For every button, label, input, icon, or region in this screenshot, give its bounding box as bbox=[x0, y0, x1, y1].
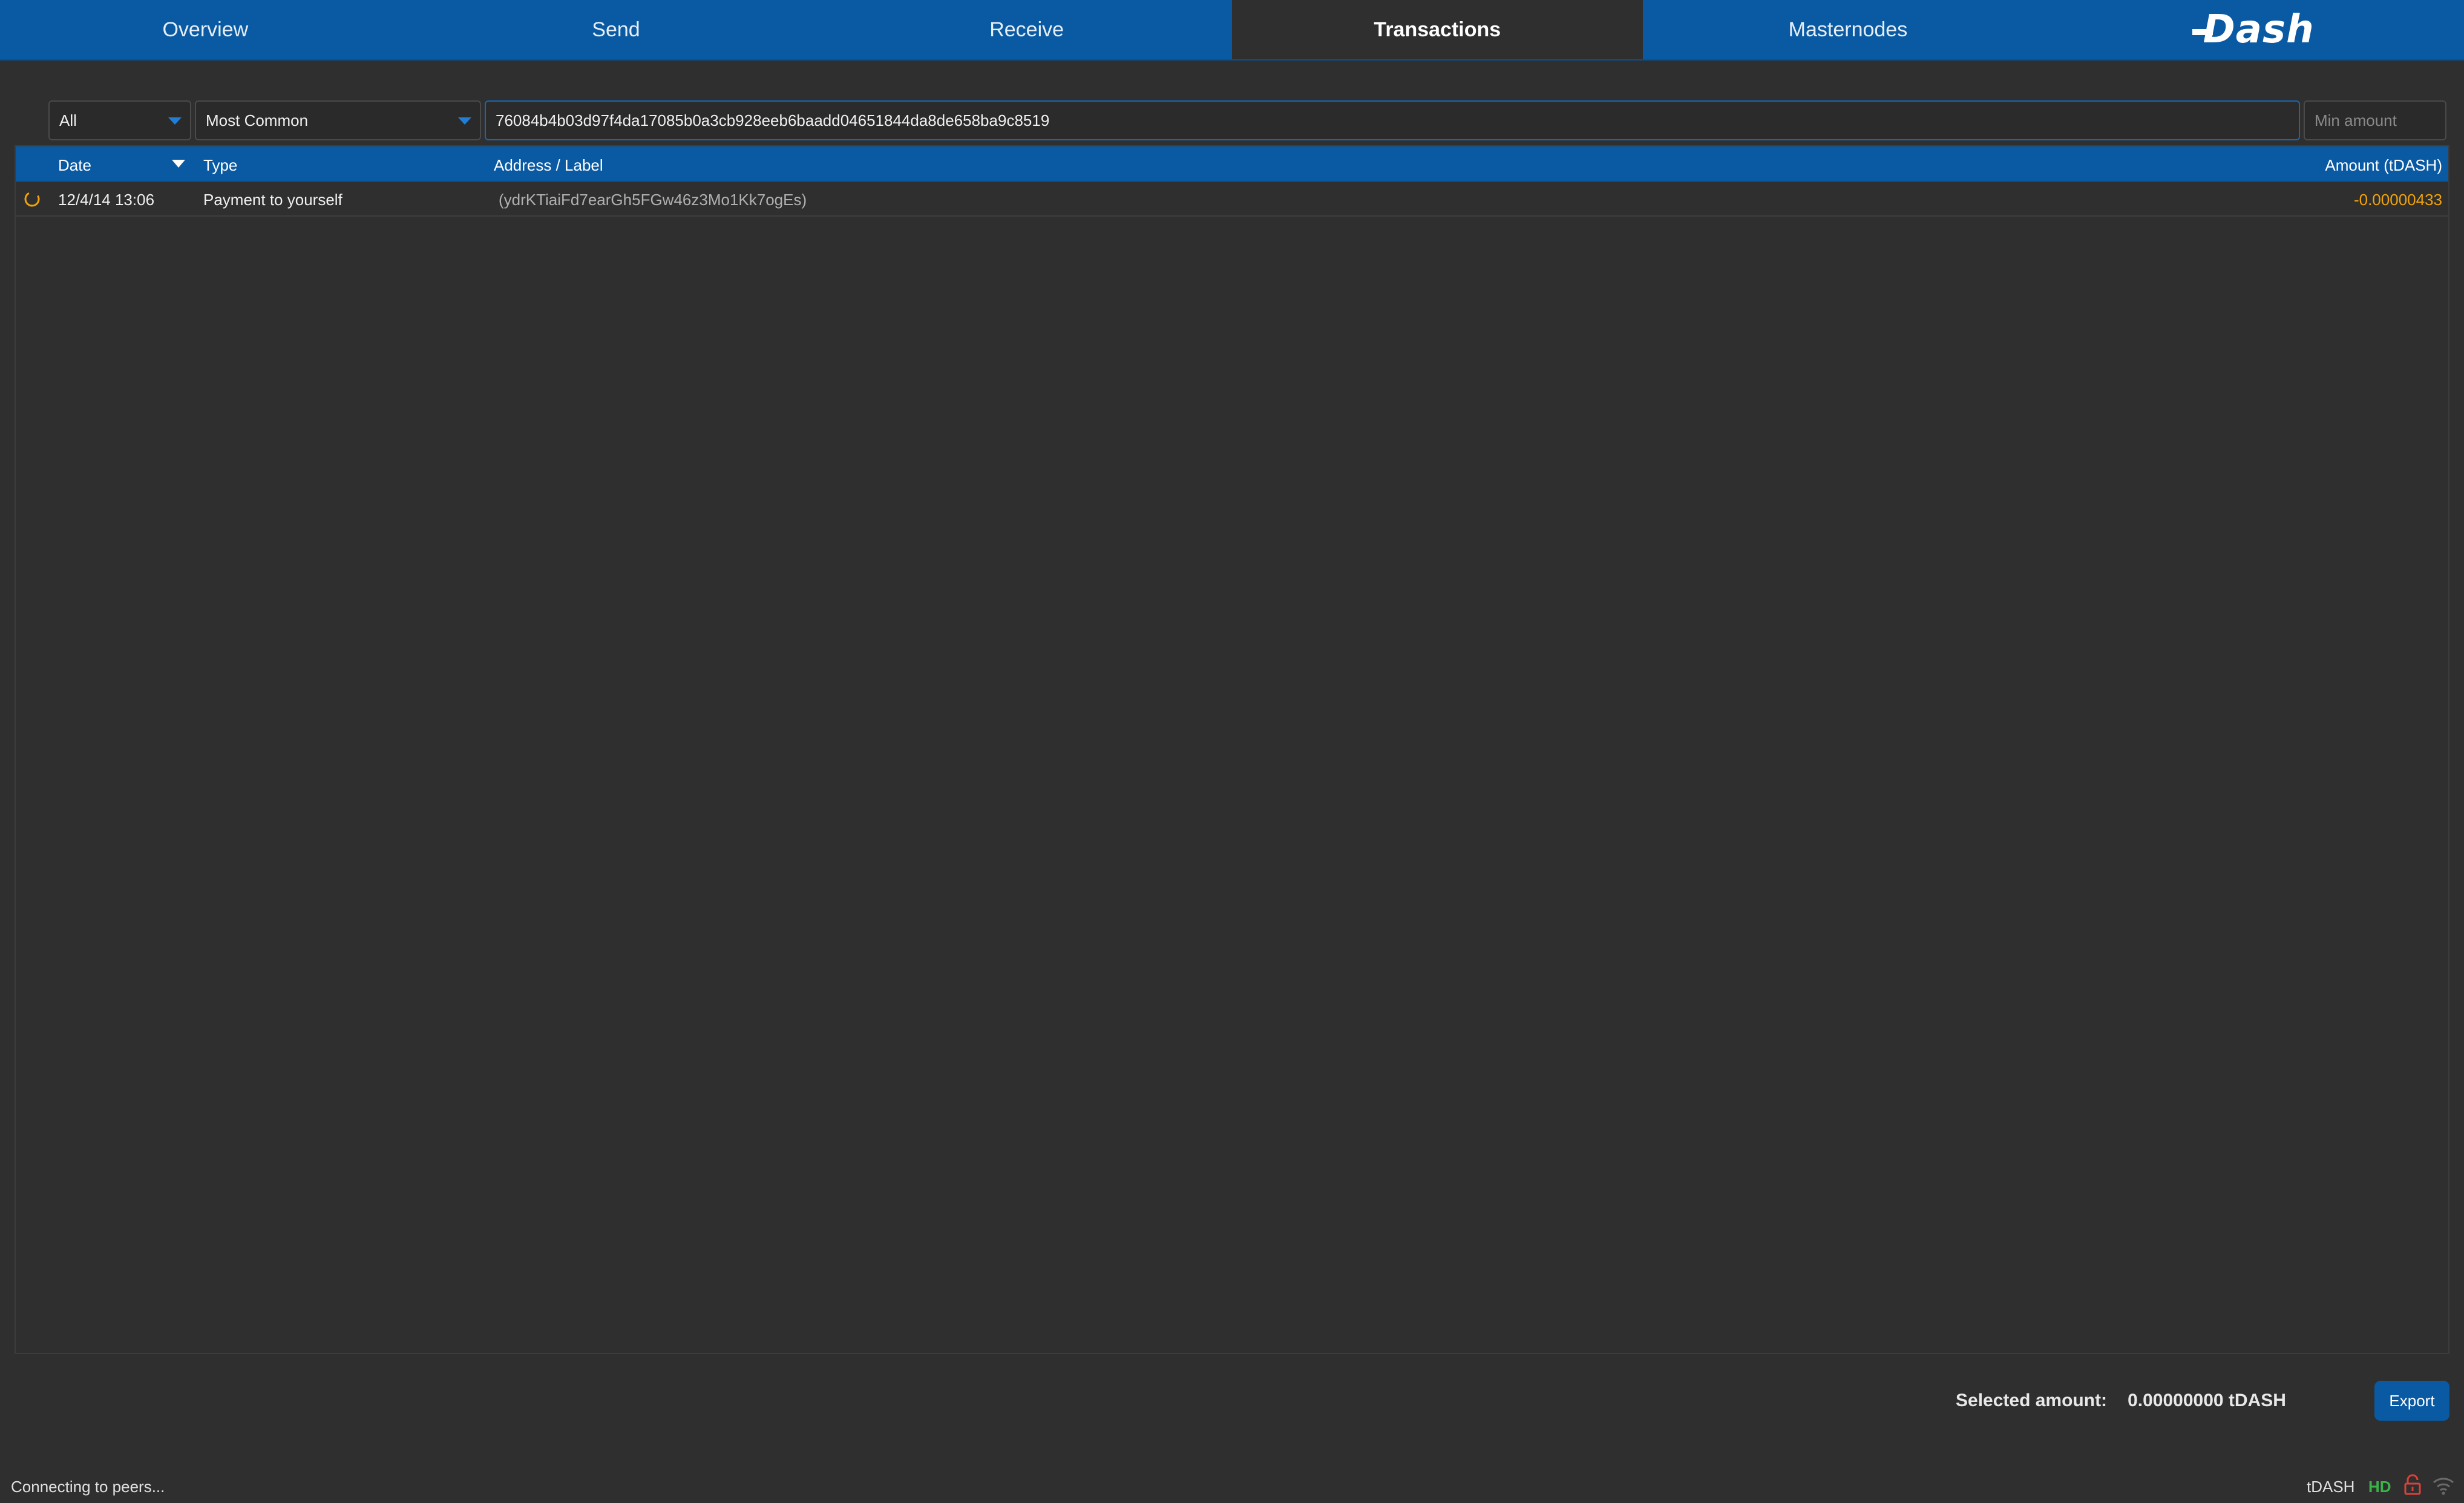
column-header-date[interactable]: Date bbox=[58, 156, 91, 175]
transaction-filters: All Most Common 76084b4b03d97f4da17085b0… bbox=[48, 100, 2449, 140]
row-amount: -0.00000433 bbox=[2353, 191, 2442, 209]
column-header-type[interactable]: Type bbox=[203, 156, 237, 175]
logo-dash-bar bbox=[2192, 29, 2213, 35]
min-amount-input[interactable]: Min amount bbox=[2304, 100, 2446, 140]
logo-text: Dash bbox=[2203, 7, 2315, 52]
search-input-value: 76084b4b03d97f4da17085b0a3cb928eeb6baadd… bbox=[496, 111, 1050, 129]
selected-amount-label: Selected amount: bbox=[1956, 1390, 2108, 1410]
tab-send[interactable]: Send bbox=[411, 0, 822, 59]
main-navigation: Overview Send Receive Transactions Maste… bbox=[0, 0, 2464, 61]
chevron-down-icon bbox=[458, 117, 471, 125]
tab-receive[interactable]: Receive bbox=[821, 0, 1232, 59]
sort-descending-icon bbox=[172, 160, 185, 168]
export-button[interactable]: Export bbox=[2374, 1381, 2449, 1421]
status-bar: Connecting to peers... tDASH HD bbox=[0, 1470, 2464, 1503]
status-text: Connecting to peers... bbox=[11, 1478, 165, 1496]
wallet-unlocked-icon bbox=[2404, 1474, 2421, 1495]
selected-amount-value: 0.00000000 tDASH bbox=[2128, 1390, 2286, 1410]
tab-overview[interactable]: Overview bbox=[0, 0, 411, 59]
tab-transactions[interactable]: Transactions bbox=[1231, 0, 1643, 59]
hd-wallet-indicator: HD bbox=[2368, 1478, 2391, 1496]
network-signal-icon bbox=[2433, 1478, 2454, 1495]
row-address: (ydrKTiaiFd7earGh5FGw46z3Mo1Kk7ogEs) bbox=[499, 191, 807, 209]
selected-amount: Selected amount: 0.00000000 tDASH bbox=[1956, 1390, 2286, 1411]
date-filter-select[interactable]: All bbox=[48, 100, 191, 140]
column-header-address[interactable]: Address / Label bbox=[494, 156, 603, 175]
type-filter-select[interactable]: Most Common bbox=[195, 100, 481, 140]
transactions-table: Date Type Address / Label Amount (tDASH)… bbox=[15, 145, 2449, 1354]
type-filter-value: Most Common bbox=[206, 111, 309, 129]
unconfirmed-spinner-icon bbox=[24, 191, 40, 207]
chevron-down-icon bbox=[168, 117, 182, 125]
table-header: Date Type Address / Label Amount (tDASH) bbox=[16, 146, 2448, 182]
tab-masternodes[interactable]: Masternodes bbox=[1643, 0, 2054, 59]
date-filter-value: All bbox=[59, 111, 77, 129]
unit-selector[interactable]: tDASH bbox=[2307, 1478, 2354, 1496]
dash-logo: Dash bbox=[2053, 0, 2464, 59]
table-row[interactable]: 12/4/14 13:06 Payment to yourself (ydrKT… bbox=[16, 182, 2448, 217]
min-amount-placeholder: Min amount bbox=[2315, 111, 2397, 129]
row-type: Payment to yourself bbox=[203, 191, 342, 209]
column-header-amount[interactable]: Amount (tDASH) bbox=[2325, 156, 2442, 175]
search-input[interactable]: 76084b4b03d97f4da17085b0a3cb928eeb6baadd… bbox=[485, 100, 2300, 140]
row-date: 12/4/14 13:06 bbox=[58, 191, 155, 209]
